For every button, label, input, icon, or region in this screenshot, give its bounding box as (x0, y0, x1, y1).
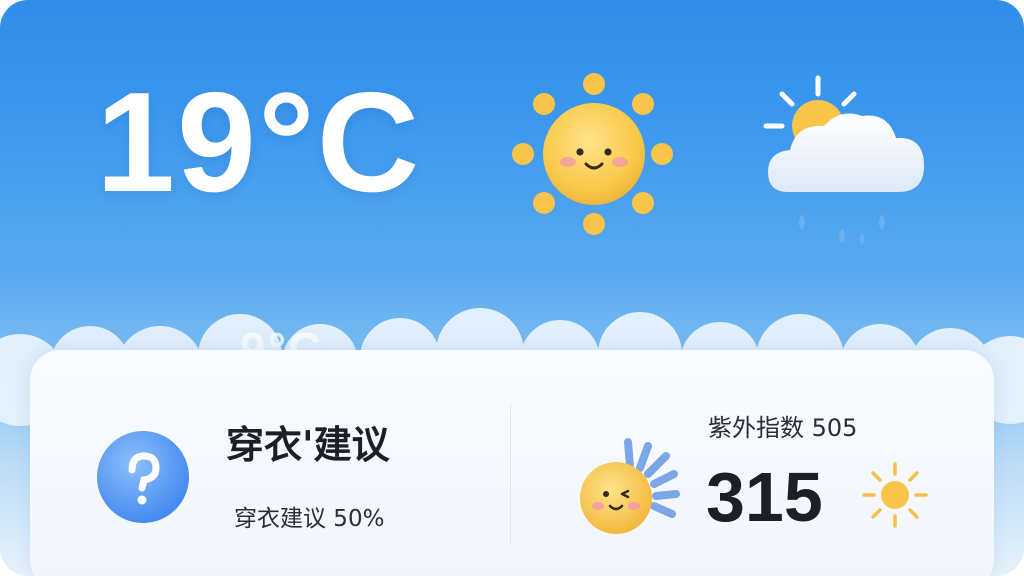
sun-icon (512, 73, 673, 235)
info-panel: 穿衣'建议 穿衣建议 50% 紫外指数 505 315 (30, 350, 994, 576)
weather-app: 19°C 9°C 穿衣'建议 穿衣建议 50% 紫外指数 505 315 (0, 0, 1024, 576)
current-temperature: 19°C (96, 63, 422, 222)
cloud-rain-sun-icon (763, 75, 924, 245)
clothing-advice-subtitle: 穿衣建议 50% (234, 506, 385, 532)
uv-index-label: 紫外指数 505 (708, 414, 858, 442)
uv-index-value: 315 (706, 458, 823, 536)
sun-icon (862, 462, 928, 528)
clothing-advice-title: 穿衣'建议 (226, 423, 390, 467)
winking-sun-icon (580, 438, 680, 534)
help-icon[interactable] (96, 430, 190, 524)
panel-divider (510, 404, 511, 544)
